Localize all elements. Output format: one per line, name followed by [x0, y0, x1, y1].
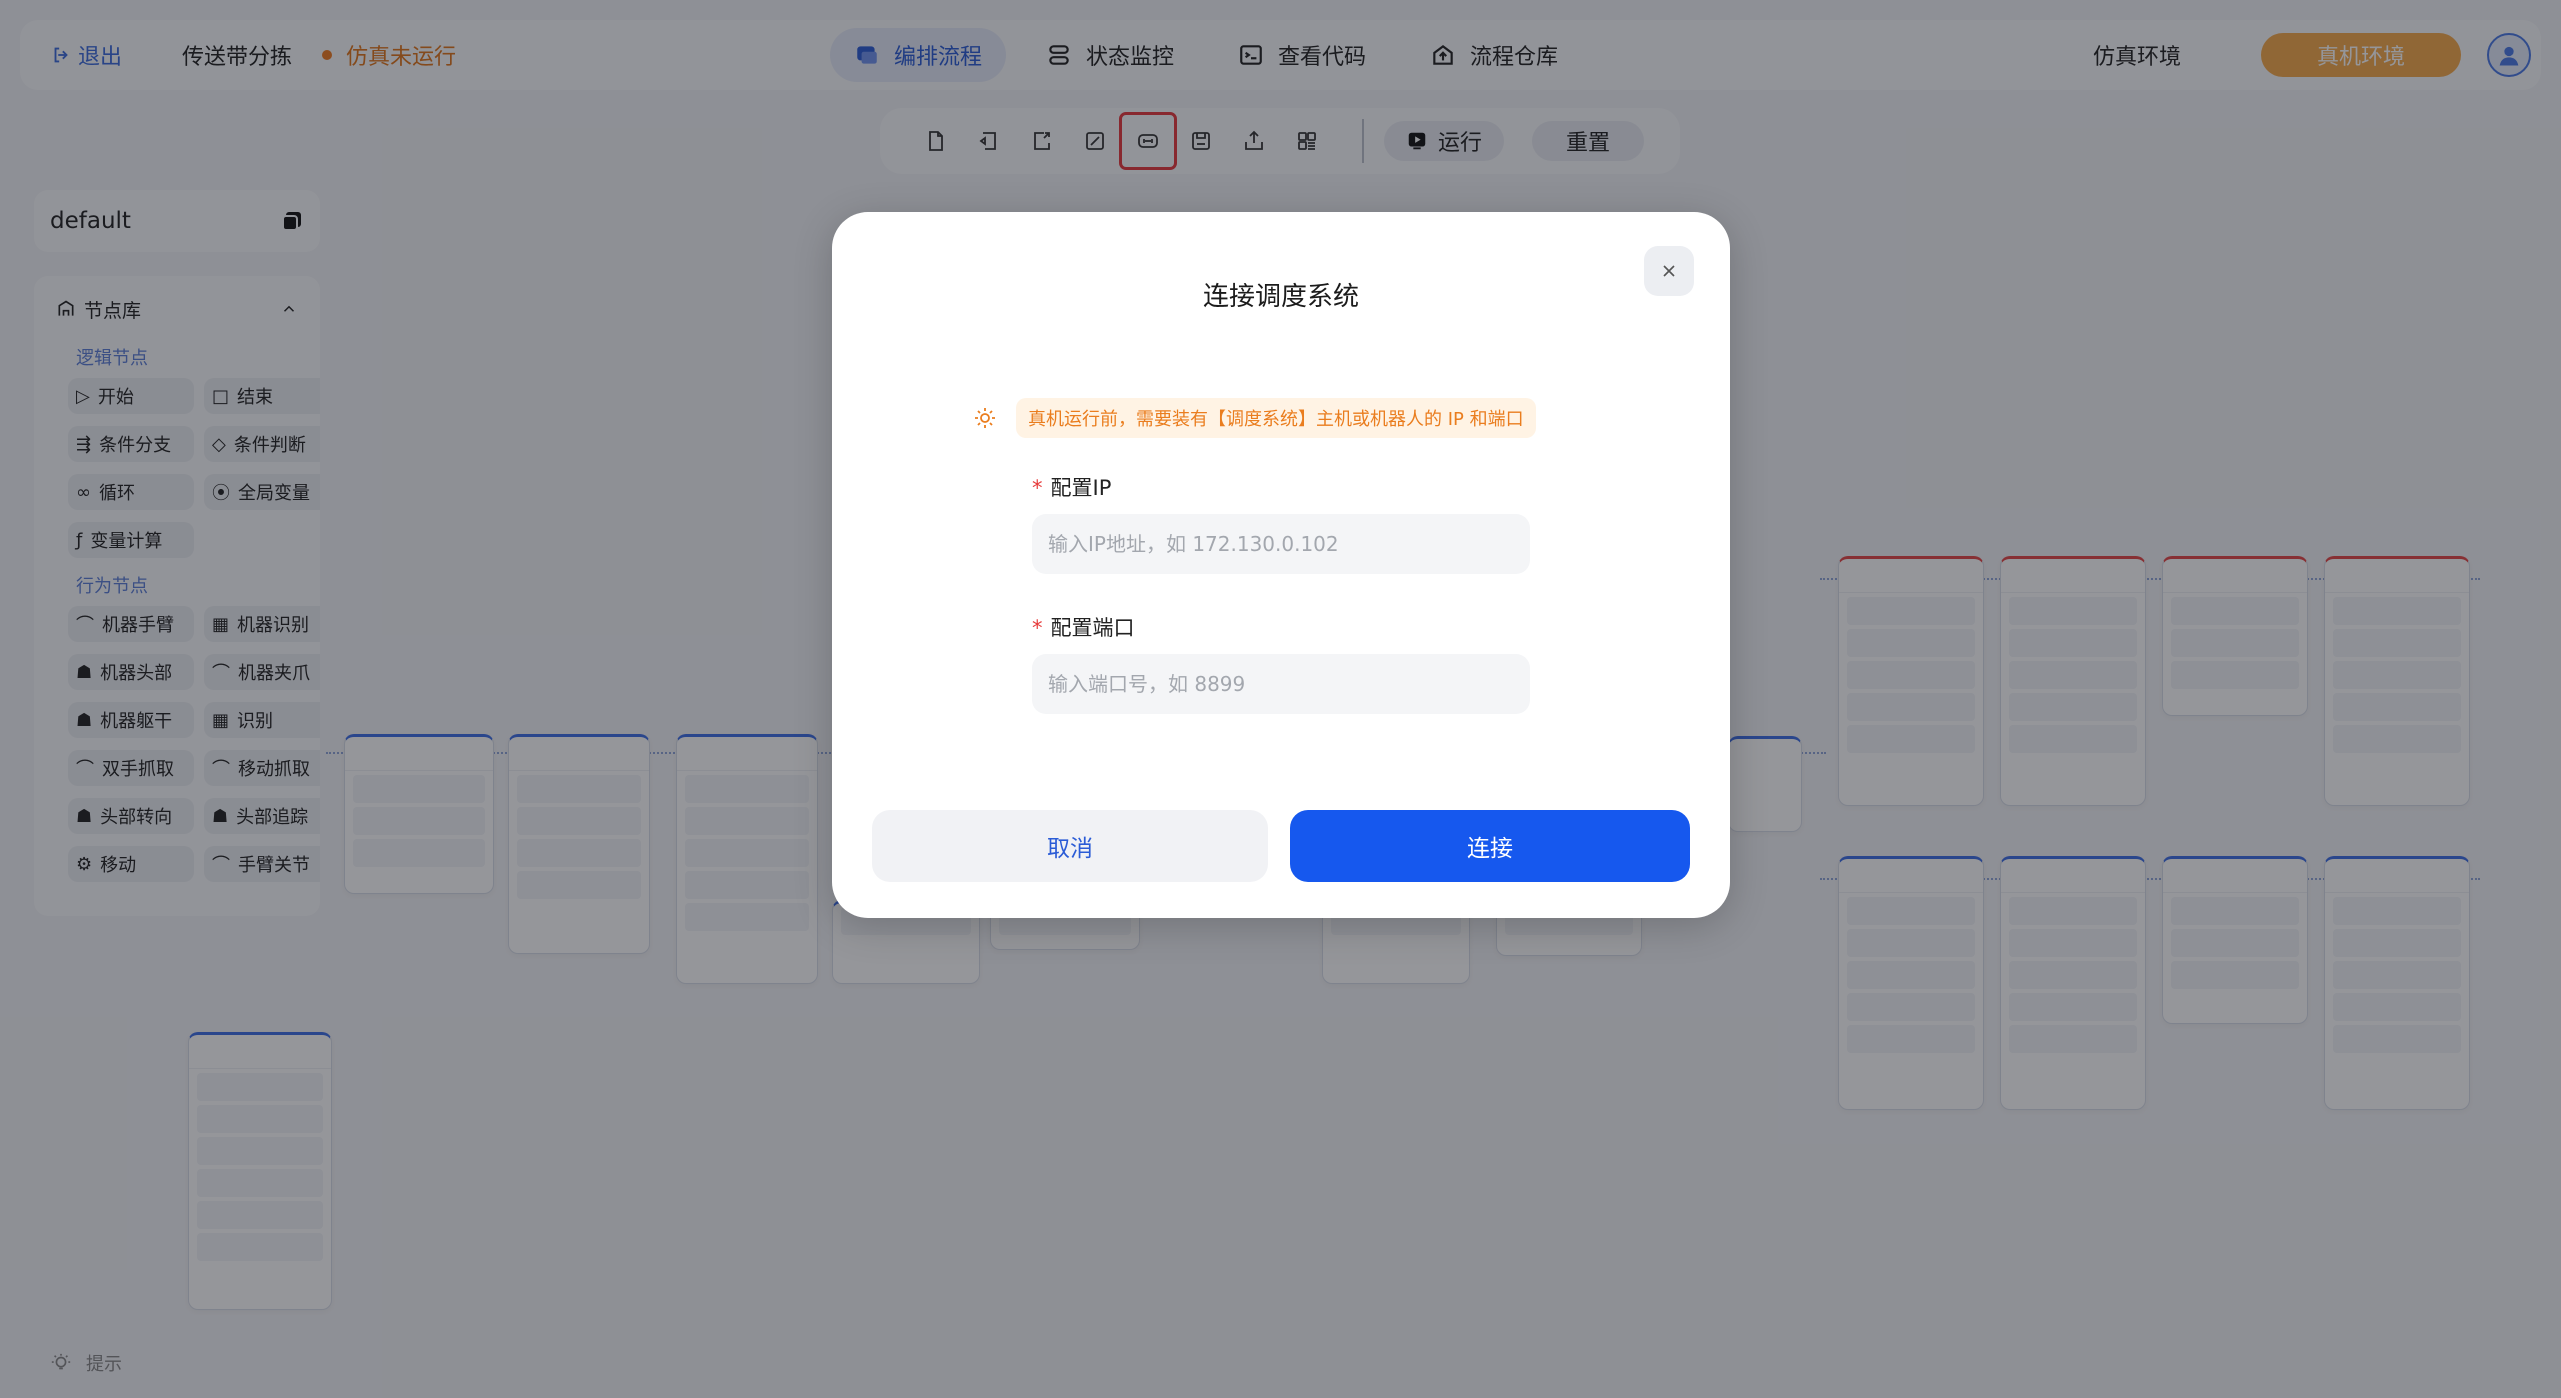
required-mark: *	[1032, 616, 1043, 640]
connect-button[interactable]: 连接	[1290, 810, 1690, 882]
notice-banner: 真机运行前，需要装有【调度系统】主机或机器人的 IP 和端口	[962, 398, 1536, 438]
cancel-button[interactable]: 取消	[872, 810, 1268, 882]
port-field-label: * 配置端口	[1032, 612, 1135, 642]
port-label-text: 配置端口	[1050, 616, 1135, 640]
notice-text: 真机运行前，需要装有【调度系统】主机或机器人的 IP 和端口	[1016, 398, 1536, 438]
close-button[interactable]	[1644, 246, 1694, 296]
ip-input[interactable]	[1032, 514, 1530, 574]
bulb-icon-wrap	[962, 398, 1008, 438]
ip-label-text: 配置IP	[1050, 476, 1112, 500]
dialog-title: 连接调度系统	[1202, 282, 1359, 312]
port-input[interactable]	[1032, 654, 1530, 714]
bulb-icon	[975, 408, 995, 428]
connect-scheduler-dialog: 连接调度系统 真机运行前，需要装有【调度系统】主机或机器人的 IP 和端口 * 配…	[832, 212, 1730, 918]
ip-field-label: * 配置IP	[1032, 472, 1111, 502]
close-icon	[1663, 265, 1675, 277]
required-mark: *	[1032, 476, 1043, 500]
